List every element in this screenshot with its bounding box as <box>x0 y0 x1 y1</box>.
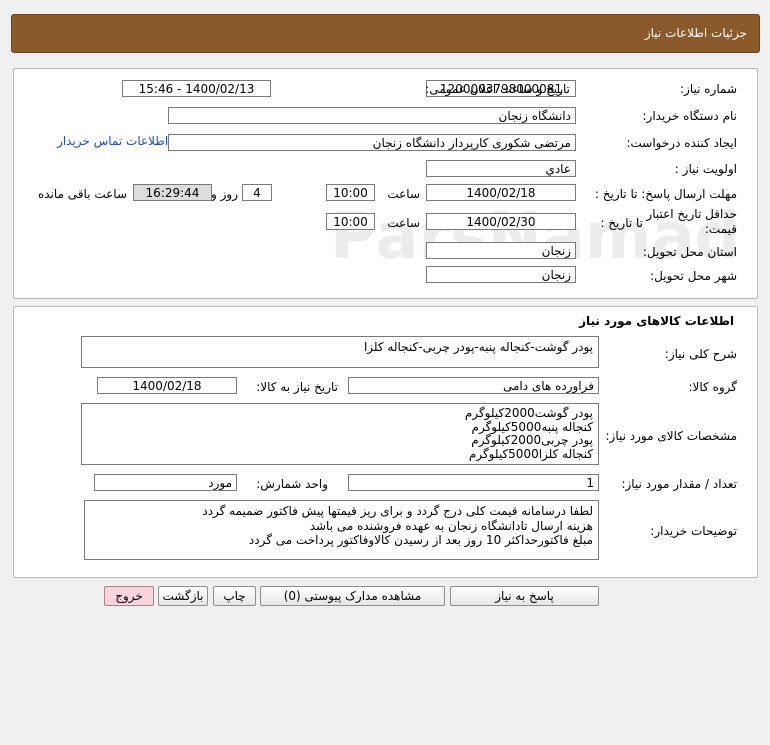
priority-label: اولویت نیاز : <box>674 162 737 176</box>
need-date-field: 1400/02/18 <box>97 377 237 394</box>
announce-field: 1400/02/13 - 15:46 <box>122 80 271 97</box>
need-no-label: شماره نیاز: <box>680 82 737 96</box>
buyer-notes-label: توضیحات خریدار: <box>650 524 737 538</box>
buyer-label: نام دستگاه خریدار: <box>642 109 738 123</box>
print-button[interactable]: چاپ <box>213 586 256 606</box>
buyer-field: دانشگاه زنجان <box>168 107 576 124</box>
validity-label-line1: حداقل تاریخ اعتبار <box>646 207 737 221</box>
deadline-label: مهلت ارسال پاسخ: تا تاریخ : <box>594 187 737 201</box>
province-field: زنجان <box>426 242 576 259</box>
buyer-notes-field: لطفا درسامانه قیمت کلی درج گردد و برای ر… <box>84 500 599 560</box>
days-remaining-field: 4 <box>242 184 272 201</box>
validity-label: حداقل تاریخ اعتبار قیمت: <box>646 207 737 237</box>
specs-label: مشخصات کالای مورد نیاز: <box>605 429 737 443</box>
deadline-time-label: ساعت <box>387 187 420 201</box>
need-info-panel <box>13 68 758 299</box>
goods-section-title: اطلاعات کالاهای مورد نیاز <box>579 314 734 328</box>
remaining-label: ساعت باقی مانده <box>37 187 127 201</box>
specs-field: پودر گوشت2000کیلوگرم کنجاله پنبه5000کیلو… <box>81 403 599 465</box>
general-desc-label: شرح کلی نیاز: <box>664 347 737 361</box>
page-header: جزئیات اطلاعات نیاز <box>11 14 760 53</box>
view-attachments-button[interactable]: مشاهده مدارک پیوستی (0) <box>260 586 445 606</box>
unit-label: واحد شمارش: <box>256 477 328 491</box>
validity-label-line2: قیمت: <box>704 222 737 236</box>
validity-time-field: 10:00 <box>326 213 375 230</box>
need-date-label: تاریخ نیاز به کالا: <box>256 380 338 394</box>
announce-label: تاریخ و ساعت اعلان عمومی: <box>425 82 570 96</box>
days-label: روز و <box>211 187 238 201</box>
back-button[interactable]: بازگشت <box>158 586 208 606</box>
unit-field: مورد <box>94 474 237 491</box>
group-label: گروه کالا: <box>688 380 738 394</box>
remaining-time-field: 16:29:44 <box>133 184 212 201</box>
validity-to-label: تا تاریخ : <box>600 216 643 230</box>
creator-field: مرتضی شکوری کارپرداز دانشگاه زنجان <box>168 134 576 151</box>
qty-label: تعداد / مقدار مورد نیاز: <box>621 477 737 491</box>
qty-field: 1 <box>348 474 599 491</box>
validity-date-field: 1400/02/30 <box>426 213 576 230</box>
city-field: زنجان <box>426 266 576 283</box>
city-label: شهر محل تحویل: <box>650 269 737 283</box>
buyer-contact-link[interactable]: اطلاعات تماس خریدار <box>57 134 168 148</box>
general-desc-field: پودر گوشت-کنجاله پنبه-پودر چربی-کنجاله ک… <box>81 336 599 368</box>
deadline-date-field: 1400/02/18 <box>426 184 576 201</box>
creator-label: ایجاد کننده درخواست: <box>626 136 737 150</box>
validity-time-label: ساعت <box>387 216 420 230</box>
group-field: فراورده های دامی <box>348 377 599 394</box>
page-title: جزئیات اطلاعات نیاز <box>644 26 747 40</box>
reply-button[interactable]: پاسخ به نیاز <box>450 586 599 606</box>
deadline-time-field: 10:00 <box>326 184 375 201</box>
exit-button[interactable]: خروج <box>104 586 154 606</box>
priority-field: عادي <box>426 160 576 177</box>
province-label: استان محل تحویل: <box>642 245 737 259</box>
